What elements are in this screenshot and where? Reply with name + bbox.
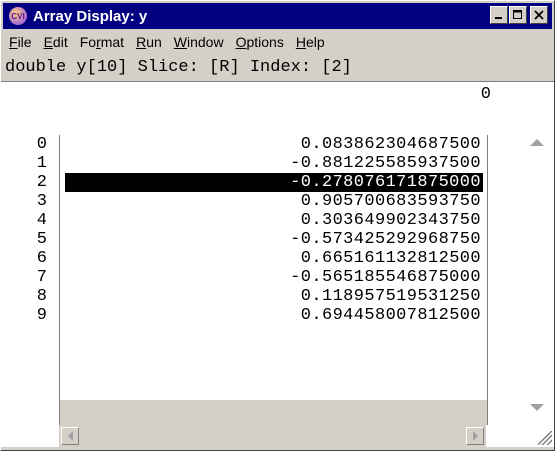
maximize-icon [513, 10, 522, 19]
title-bar-buttons [489, 6, 548, 24]
array-display-window: CVI Array Display: y File Edit Format Run Wi… [0, 0, 555, 451]
scroll-left-button[interactable] [61, 427, 79, 445]
array-cell[interactable]: 0.303649902343750 [65, 211, 483, 230]
menu-edit[interactable]: Edit [38, 34, 74, 50]
menu-file[interactable]: File [3, 34, 38, 50]
close-icon [534, 10, 544, 20]
array-cell[interactable]: 0.905700683593750 [65, 192, 483, 211]
resize-grip-icon[interactable] [538, 431, 552, 445]
column-header-0: 0 [480, 85, 491, 104]
menu-bar: File Edit Format Run Window Options Help [3, 30, 552, 54]
scroll-right-button[interactable] [466, 427, 484, 445]
title-bar[interactable]: CVI Array Display: y [3, 3, 552, 29]
scroll-down-arrow-icon[interactable] [530, 404, 544, 411]
array-cell[interactable]: -0.881225585937500 [65, 154, 483, 173]
array-cell[interactable]: 0.665161132812500 [65, 249, 483, 268]
array-cell[interactable]: -0.565185546875000 [65, 268, 483, 287]
row-index: 6 [36, 249, 47, 268]
horizontal-scrollbar[interactable] [59, 425, 486, 447]
array-cell[interactable]: -0.278076171875000 [65, 173, 483, 192]
slice-value[interactable]: [R] [209, 58, 240, 77]
array-declaration: double y[10] [5, 58, 128, 77]
scroll-left-arrow-icon [67, 431, 73, 441]
row-index: 9 [36, 306, 47, 325]
menu-window[interactable]: Window [168, 34, 230, 50]
row-index: 8 [36, 287, 47, 306]
scroll-up-arrow-icon[interactable] [530, 139, 544, 146]
column-header-area: 0 [1, 83, 554, 135]
row-index: 2 [36, 173, 47, 192]
minimize-button[interactable] [490, 6, 508, 24]
maximize-button[interactable] [509, 6, 527, 24]
close-button[interactable] [530, 6, 548, 24]
array-grid: 0 0.083862304687500 1 -0.881225585937500 2 -0… [1, 135, 554, 400]
menu-options[interactable]: Options [230, 34, 290, 50]
array-cell[interactable]: -0.573425292968750 [65, 230, 483, 249]
index-label: Index: [249, 58, 312, 77]
row-index: 3 [36, 192, 47, 211]
array-info-bar: double y[10] Slice: [R] Index: [2] [3, 55, 552, 80]
left-gutter [1, 400, 59, 447]
array-cell[interactable]: 0.694458007812500 [65, 306, 483, 325]
scroll-right-arrow-icon [472, 431, 478, 441]
row-index: 1 [36, 154, 47, 173]
row-index: 0 [36, 135, 47, 154]
array-cell[interactable]: 0.118957519531250 [65, 287, 483, 306]
vertical-scrollbar[interactable] [488, 135, 554, 425]
minimize-icon [495, 17, 502, 19]
row-index: 5 [36, 230, 47, 249]
scrollbar-corner [486, 425, 554, 447]
row-index: 7 [36, 268, 47, 287]
row-index: 4 [36, 211, 47, 230]
menu-format[interactable]: Format [74, 34, 130, 50]
index-value[interactable]: [2] [321, 58, 352, 77]
array-cell[interactable]: 0.083862304687500 [65, 135, 483, 154]
cvi-app-icon[interactable]: CVI [9, 7, 27, 25]
slice-label: Slice: [137, 58, 199, 77]
window-title: Array Display: y [33, 7, 148, 25]
menu-help[interactable]: Help [290, 34, 331, 50]
menu-run[interactable]: Run [130, 34, 168, 50]
